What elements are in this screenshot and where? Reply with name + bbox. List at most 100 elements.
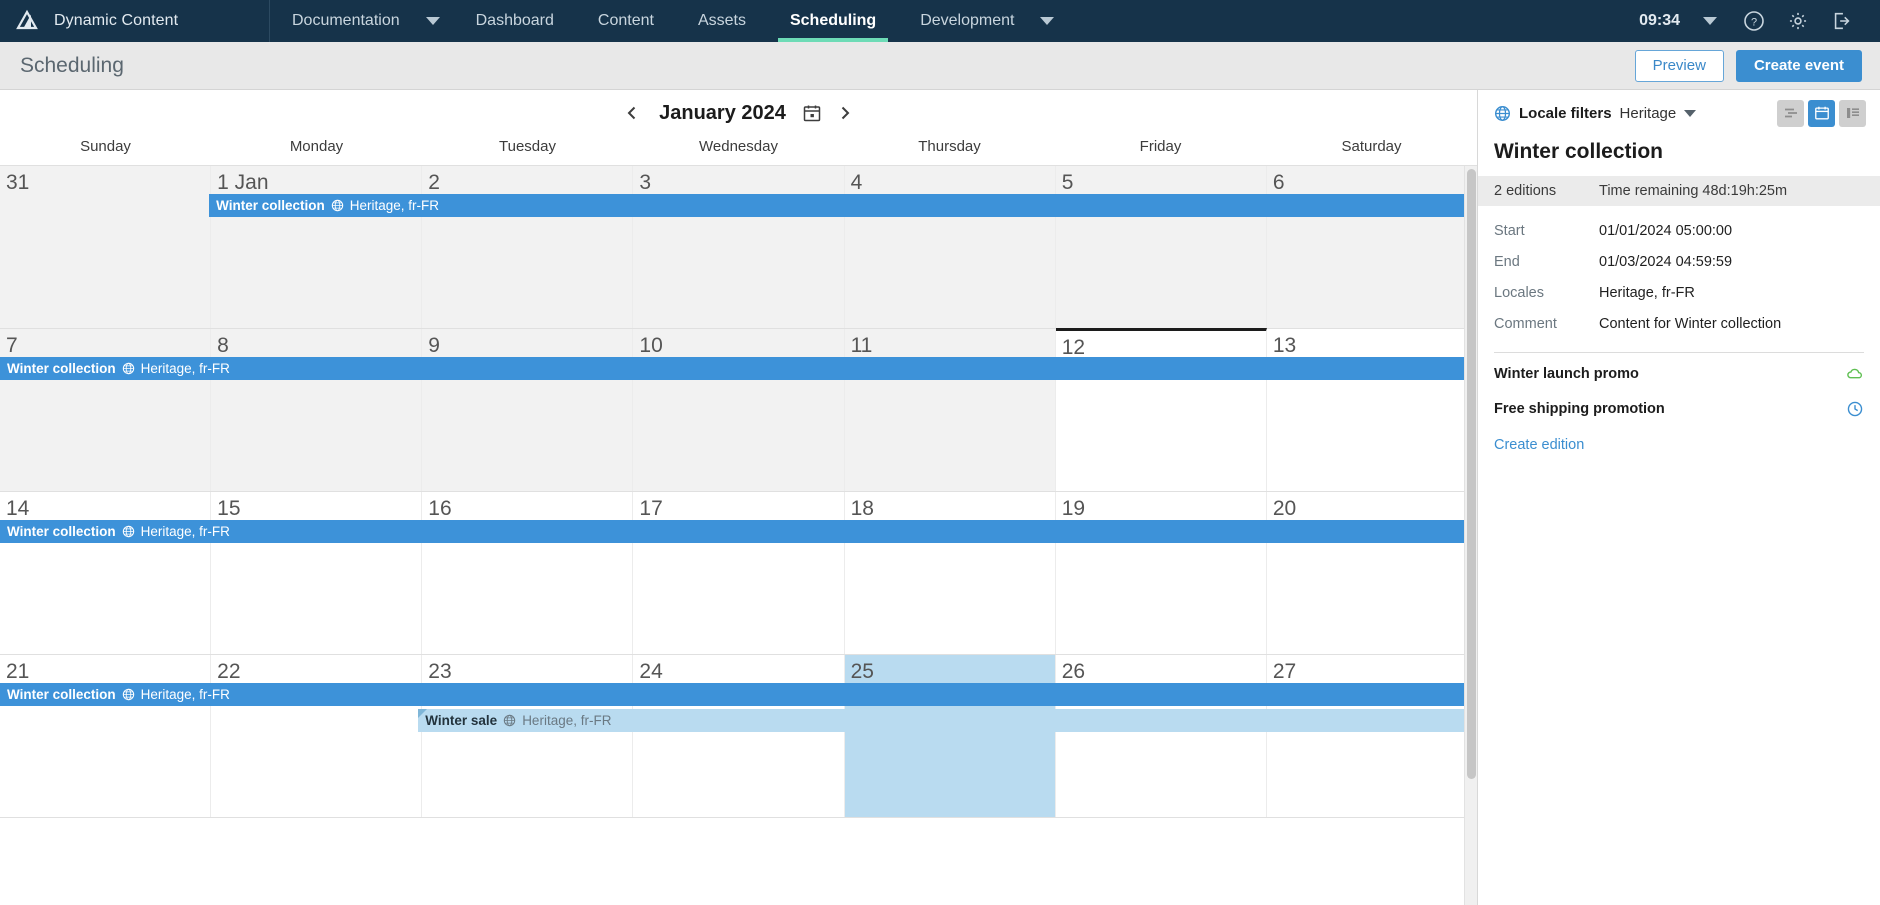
calendar-event-bar[interactable]: Winter collection Heritage, fr-FR bbox=[0, 683, 1464, 706]
calendar-day-cell[interactable]: 20 bbox=[1266, 492, 1477, 654]
chevron-down-icon[interactable] bbox=[1684, 109, 1697, 117]
calendar-day-cell[interactable]: 6 bbox=[1266, 166, 1477, 328]
calendar-day-number: 6 bbox=[1272, 171, 1285, 194]
logout-button[interactable] bbox=[1820, 0, 1864, 42]
edition-row[interactable]: Free shipping promotion bbox=[1478, 394, 1880, 423]
globe-icon bbox=[1494, 105, 1511, 122]
help-button[interactable]: ? bbox=[1732, 0, 1776, 42]
calendar-day-number: 16 bbox=[428, 497, 452, 520]
create-event-button[interactable]: Create event bbox=[1735, 49, 1862, 82]
event-locales: Heritage, fr-FR bbox=[140, 687, 230, 702]
calendar-day-cell[interactable]: 4 bbox=[844, 166, 1056, 328]
calendar-event-bar[interactable]: Winter collection Heritage, fr-FR bbox=[0, 520, 1464, 543]
edition-name: Winter launch promo bbox=[1494, 365, 1639, 382]
calendar-event-bar[interactable]: Winter sale Heritage, fr-FR bbox=[418, 709, 1464, 732]
locale-filters-value[interactable]: Heritage bbox=[1620, 105, 1677, 122]
calendar-day-cell[interactable]: 8 bbox=[211, 329, 423, 491]
calendar-day-number: 17 bbox=[639, 497, 663, 520]
calendar-day-cell[interactable]: 16 bbox=[422, 492, 634, 654]
globe-icon bbox=[122, 362, 135, 375]
calendar-day-cell[interactable]: 26 bbox=[1055, 655, 1267, 817]
page-title: Scheduling bbox=[20, 53, 124, 77]
calendar-day-cell[interactable]: 11 bbox=[844, 329, 1056, 491]
calendar-day-number: 5 bbox=[1061, 171, 1074, 194]
week-days: 14 15 16 17 18 19 20 bbox=[0, 492, 1477, 654]
nav-item-assets-label: Assets bbox=[697, 12, 746, 29]
timeline-view-icon bbox=[1784, 108, 1797, 118]
week-days: 7 8 9 10 11 12 13 bbox=[0, 328, 1477, 491]
nav-item-assets[interactable]: Assets bbox=[676, 0, 768, 42]
nav-item-dashboard[interactable]: Dashboard bbox=[454, 0, 576, 42]
chevron-down-icon[interactable] bbox=[425, 17, 440, 25]
calendar-day-cell[interactable]: 15 bbox=[211, 492, 423, 654]
calendar-day-cell[interactable]: 17 bbox=[633, 492, 845, 654]
calendar-day-cell[interactable]: 2 bbox=[422, 166, 634, 328]
settings-button[interactable] bbox=[1776, 0, 1820, 42]
calendar-day-cell[interactable]: 5 bbox=[1055, 166, 1267, 328]
editions-list: Winter launch promo Free shipping promoti… bbox=[1478, 353, 1880, 423]
chevron-down-icon[interactable] bbox=[1040, 17, 1055, 25]
calendar-day-cell[interactable]: 31 bbox=[0, 166, 212, 328]
calendar-day-cell[interactable]: 7 bbox=[0, 329, 212, 491]
event-locales: Heritage, fr-FR bbox=[140, 361, 230, 376]
calendar-day-cell[interactable]: 27 bbox=[1266, 655, 1477, 817]
calendar-area: January 2024 Sunday Monday Tuesday Wedne… bbox=[0, 90, 1477, 905]
calendar-day-cell[interactable]: 3 bbox=[633, 166, 845, 328]
list-view-button[interactable] bbox=[1839, 99, 1866, 127]
calendar-week-row: 7 8 9 10 11 12 13 Winter collection Heritage, fr… bbox=[0, 328, 1477, 492]
next-month-button[interactable] bbox=[828, 96, 862, 130]
event-fields: Start 01/01/2024 05:00:00 End 01/03/2024 04… bbox=[1478, 206, 1880, 340]
calendar-event-bar[interactable]: Winter collection Heritage, fr-FR bbox=[209, 194, 1464, 217]
cloud-published-icon bbox=[1846, 365, 1864, 383]
preview-button[interactable]: Preview bbox=[1634, 49, 1724, 82]
calendar-day-cell[interactable]: 25 bbox=[844, 655, 1056, 817]
calendar-week-row: 21 22 23 24 25 26 27 Winter collection Heritage,… bbox=[0, 655, 1477, 818]
nav-item-dashboard-label: Dashboard bbox=[475, 12, 554, 29]
calendar-day-cell[interactable]: 13 bbox=[1266, 329, 1477, 491]
calendar-day-cell[interactable]: 22 bbox=[211, 655, 423, 817]
calendar-day-cell[interactable]: 12 bbox=[1055, 328, 1267, 491]
create-edition-link[interactable]: Create edition bbox=[1478, 423, 1880, 453]
event-field-label: End bbox=[1494, 254, 1520, 270]
calendar-day-cell[interactable]: 14 bbox=[0, 492, 212, 654]
week-days: 31 1 Jan 2 3 4 5 6 bbox=[0, 166, 1477, 328]
calendar-day-number: 11 bbox=[850, 334, 873, 357]
svg-text:?: ? bbox=[1751, 17, 1757, 29]
nav-item-development[interactable]: Development bbox=[898, 0, 1068, 42]
brand-area[interactable]: Dynamic Content bbox=[0, 0, 270, 42]
calendar-view-button[interactable] bbox=[1808, 99, 1835, 127]
brand-name: Dynamic Content bbox=[54, 12, 179, 29]
dow-sunday: Sunday bbox=[80, 138, 131, 155]
day-of-week-header: Sunday Monday Tuesday Wednesday Thursday… bbox=[0, 136, 1477, 166]
calendar-event-bar[interactable]: Winter collection Heritage, fr-FR bbox=[0, 357, 1464, 380]
calendar-day-cell[interactable]: 23 bbox=[422, 655, 634, 817]
calendar-day-cell[interactable]: 1 Jan bbox=[211, 166, 423, 328]
timeline-view-button[interactable] bbox=[1777, 99, 1804, 127]
calendar-day-cell[interactable]: 18 bbox=[844, 492, 1056, 654]
calendar-day-number: 25 bbox=[850, 660, 874, 683]
panel-meta-bar: 2 editions Time remaining 48d:19h:25m bbox=[1478, 176, 1880, 206]
date-picker-button[interactable] bbox=[796, 103, 828, 123]
event-field-label: Comment bbox=[1494, 316, 1557, 332]
calendar-day-cell[interactable]: 21 bbox=[0, 655, 212, 817]
globe-icon bbox=[503, 714, 516, 727]
previous-month-button[interactable] bbox=[615, 96, 649, 130]
event-field-value: 01/03/2024 04:59:59 bbox=[1599, 254, 1733, 270]
event-name: Winter collection bbox=[7, 361, 116, 376]
locale-filters-label: Locale filters bbox=[1519, 104, 1612, 122]
event-field-row: Locales Heritage, fr-FR bbox=[1494, 278, 1864, 309]
calendar-scrollbar[interactable] bbox=[1464, 166, 1477, 905]
calendar-day-cell[interactable]: 9 bbox=[422, 329, 634, 491]
nav-item-documentation[interactable]: Documentation bbox=[270, 0, 454, 42]
calendar-day-cell[interactable]: 10 bbox=[633, 329, 845, 491]
event-name: Winter collection bbox=[7, 687, 116, 702]
calendar-day-cell[interactable]: 19 bbox=[1055, 492, 1267, 654]
calendar-day-cell[interactable]: 24 bbox=[633, 655, 845, 817]
nav-item-content[interactable]: Content bbox=[576, 0, 676, 42]
account-menu-button[interactable] bbox=[1688, 0, 1732, 42]
calendar-day-number: 31 bbox=[6, 171, 30, 194]
calendar-scrollbar-thumb[interactable] bbox=[1467, 169, 1476, 779]
page-subheader: Scheduling Preview Create event bbox=[0, 42, 1880, 90]
nav-item-scheduling[interactable]: Scheduling bbox=[768, 0, 898, 42]
edition-row[interactable]: Winter launch promo bbox=[1478, 359, 1880, 388]
